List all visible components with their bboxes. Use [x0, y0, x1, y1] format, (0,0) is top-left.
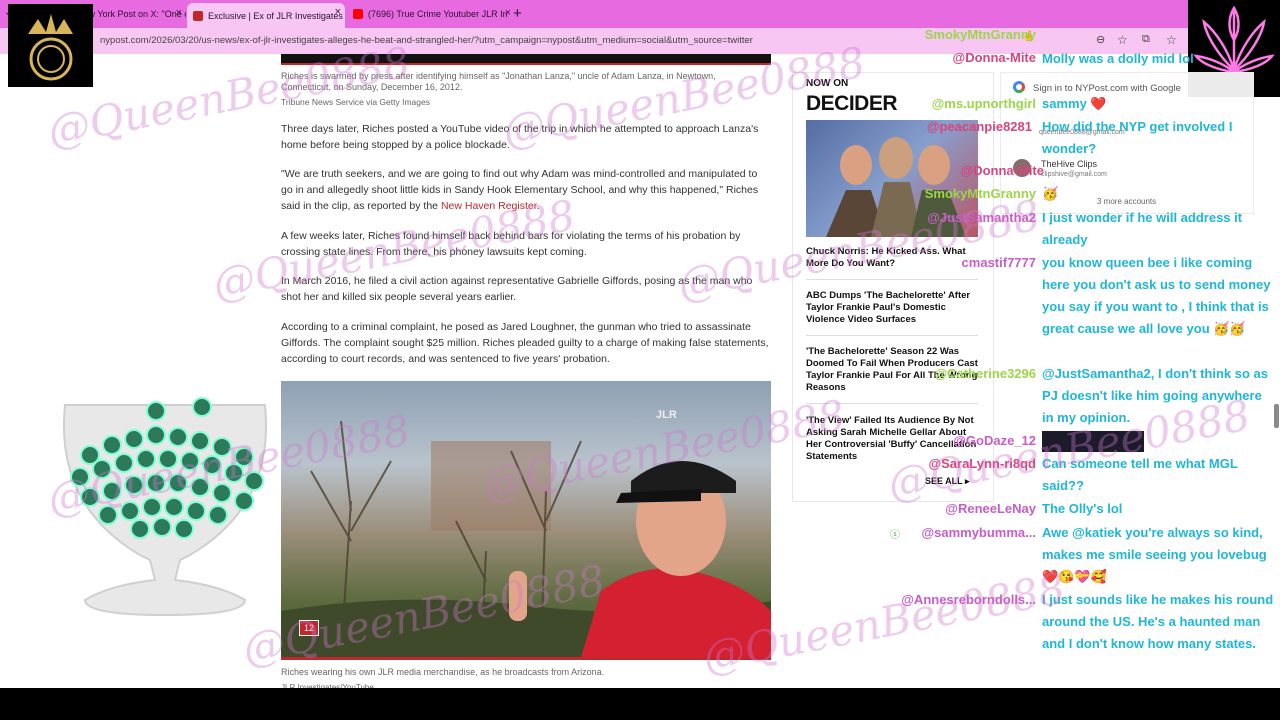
chat-message: The Olly's lol	[1042, 501, 1123, 516]
sidebar-article-link[interactable]: ABC Dumps 'The Bachelorette' After Taylo…	[806, 290, 981, 326]
chat-username[interactable]: @Donna-Mite	[953, 50, 1036, 65]
scrollbar-thumb[interactable]	[1274, 404, 1279, 428]
close-tab-icon[interactable]: ×	[335, 6, 341, 18]
tab-youtube[interactable]: (7696) True Crime Youtuber JLR In ×	[347, 4, 515, 24]
chat-username[interactable]: @GoDaze_12	[953, 433, 1036, 448]
video-underline	[281, 657, 771, 660]
chevron-right-icon: ▸	[965, 476, 970, 486]
chat-sticker	[1042, 431, 1144, 452]
divider	[806, 403, 978, 404]
top-photo-caption: Riches is swarmed by press after identif…	[281, 71, 716, 92]
chat-username[interactable]: SmokyMtnGranny	[925, 186, 1036, 201]
member-badge-icon: ⓢ	[890, 530, 900, 541]
account-name[interactable]: TheHive Clips	[1041, 159, 1097, 169]
chat-username[interactable]: @ReneeLeNay	[945, 501, 1036, 516]
chat-message: Molly was a dolly mid lol	[1042, 51, 1194, 66]
chat-username[interactable]: cmastif7777	[962, 255, 1036, 270]
chat-username[interactable]: @peacanpie8281	[927, 119, 1032, 134]
chat-username[interactable]: @ms.upnorthgirl	[932, 96, 1036, 111]
see-all-label: SEE ALL	[925, 476, 963, 486]
chat-username[interactable]: @Annesreborndolls...	[901, 592, 1036, 607]
youtube-icon	[353, 9, 363, 19]
crown-logo	[8, 4, 93, 87]
gallery-count-badge[interactable]: 12	[299, 620, 319, 636]
tab-label: Exclusive | Ex of JLR Investigates a	[208, 10, 345, 21]
close-tab-icon[interactable]: ×	[505, 7, 511, 19]
extensions-icon[interactable]: ⧉	[1142, 33, 1150, 46]
menu-dots-icon[interactable]: ⊖	[1096, 33, 1105, 46]
article-paragraph: Three days later, Riches posted a YouTub…	[281, 123, 759, 151]
chat-message: sammy ❤️	[1042, 96, 1107, 111]
chat-message: I just wonder if he will address it alre…	[1042, 210, 1243, 247]
nypost-icon	[193, 10, 203, 21]
video-frame	[281, 420, 771, 657]
decider-brand[interactable]: DECIDER	[806, 92, 898, 116]
bookmark-star-icon[interactable]: ☆	[1117, 33, 1128, 47]
see-all-link[interactable]: SEE ALL ▸	[925, 476, 970, 487]
tab-label: (7696) True Crime Youtuber JLR In	[368, 9, 508, 19]
article-paragraph: A few weeks later, Riches found himself …	[281, 230, 741, 258]
paragraph-end: .	[536, 200, 540, 212]
new-tab-button[interactable]: +	[513, 5, 522, 22]
new-haven-register-link[interactable]: New Haven Register	[441, 200, 537, 212]
article-paragraph: In March 2016, he filed a civil action a…	[281, 275, 753, 303]
chat-username[interactable]: SmokyMtnGranny	[925, 27, 1036, 42]
chat-username[interactable]: @SaraLynn-ri8qd	[928, 456, 1036, 471]
tab-bar: New York Post on X: "One ca × Exclusive …	[0, 0, 1280, 28]
url-field[interactable]: nypost.com/2026/03/20/us-news/ex-of-jlr-…	[100, 35, 753, 46]
sidebar-article-link[interactable]: Chuck Norris: He Kicked Ass. What More D…	[806, 246, 981, 270]
divider	[806, 335, 978, 336]
close-tab-icon[interactable]: ×	[176, 7, 182, 19]
pointing-hand	[509, 571, 527, 621]
chat-username[interactable]: @sammybumma...	[921, 525, 1036, 540]
bottom-bar	[0, 688, 1280, 720]
now-on-label: NOW ON	[806, 78, 849, 89]
chat-message: I just sounds like he makes his round ar…	[1042, 592, 1274, 651]
account-email[interactable]: clipshive@gmail.com	[1041, 171, 1107, 178]
top-image-edge	[281, 54, 771, 65]
chat-username[interactable]: @Catherine3296	[934, 366, 1036, 381]
chat-message: How did the NYP get involved I wonder?	[1042, 119, 1233, 156]
chat-message: Awe @katiek you're always so kind, makes…	[1042, 525, 1267, 584]
top-photo-credit: Tribune News Service via Getty Images	[281, 97, 430, 107]
cap-logo: JLR	[656, 409, 677, 421]
chat-username[interactable]: @Donna-Mite	[961, 163, 1044, 178]
google-icon	[1013, 81, 1025, 93]
chat-username[interactable]: @JustSamantha2	[927, 210, 1036, 225]
favorites-icon[interactable]: ☆	[1166, 33, 1177, 47]
chat-message: Can someone tell me what MGL said??	[1042, 456, 1238, 493]
video-caption: Riches wearing his own JLR media merchan…	[281, 667, 605, 677]
article-paragraph-with-link: "We are truth seekers, and we are going …	[281, 166, 771, 214]
tab-label: New York Post on X: "One ca	[77, 9, 186, 19]
tab-exclusive[interactable]: Exclusive | Ex of JLR Investigates a ×	[187, 3, 345, 28]
video-player[interactable]: JLR 12	[281, 381, 771, 657]
article-paragraph: According to a criminal complaint, he po…	[281, 321, 769, 365]
chat-message: 🥳	[1042, 186, 1059, 201]
chat-message: @JustSamantha2, I don't think so as PJ d…	[1042, 366, 1268, 425]
chat-message: you know queen bee i like coming here yo…	[1042, 255, 1271, 336]
divider	[806, 279, 978, 280]
bowl-graphic	[50, 395, 280, 625]
